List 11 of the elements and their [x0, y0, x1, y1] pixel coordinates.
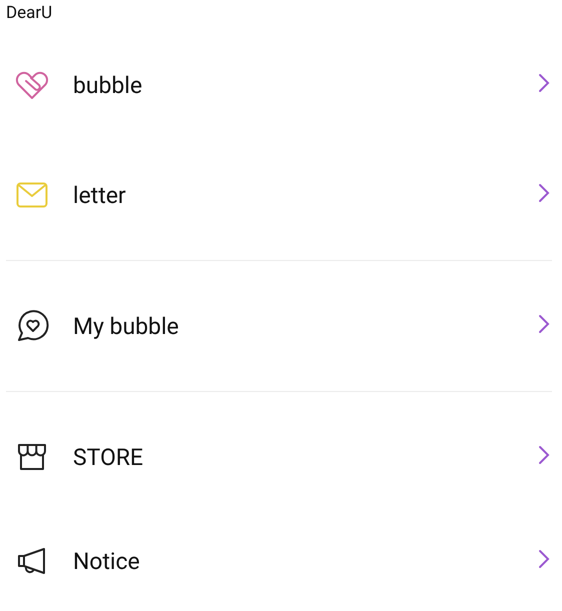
chevron-right-icon	[538, 183, 550, 203]
chevron-right-icon	[538, 73, 550, 93]
chevron-right-icon	[538, 445, 550, 465]
storefront-icon	[17, 443, 47, 471]
chevron-right-icon	[538, 314, 550, 334]
envelope-icon	[16, 182, 48, 208]
chevron-right-icon	[538, 549, 550, 569]
chat-heart-icon	[15, 309, 49, 343]
app-title: DearU	[6, 3, 52, 23]
heart-icon	[15, 70, 49, 100]
megaphone-icon	[16, 547, 48, 575]
